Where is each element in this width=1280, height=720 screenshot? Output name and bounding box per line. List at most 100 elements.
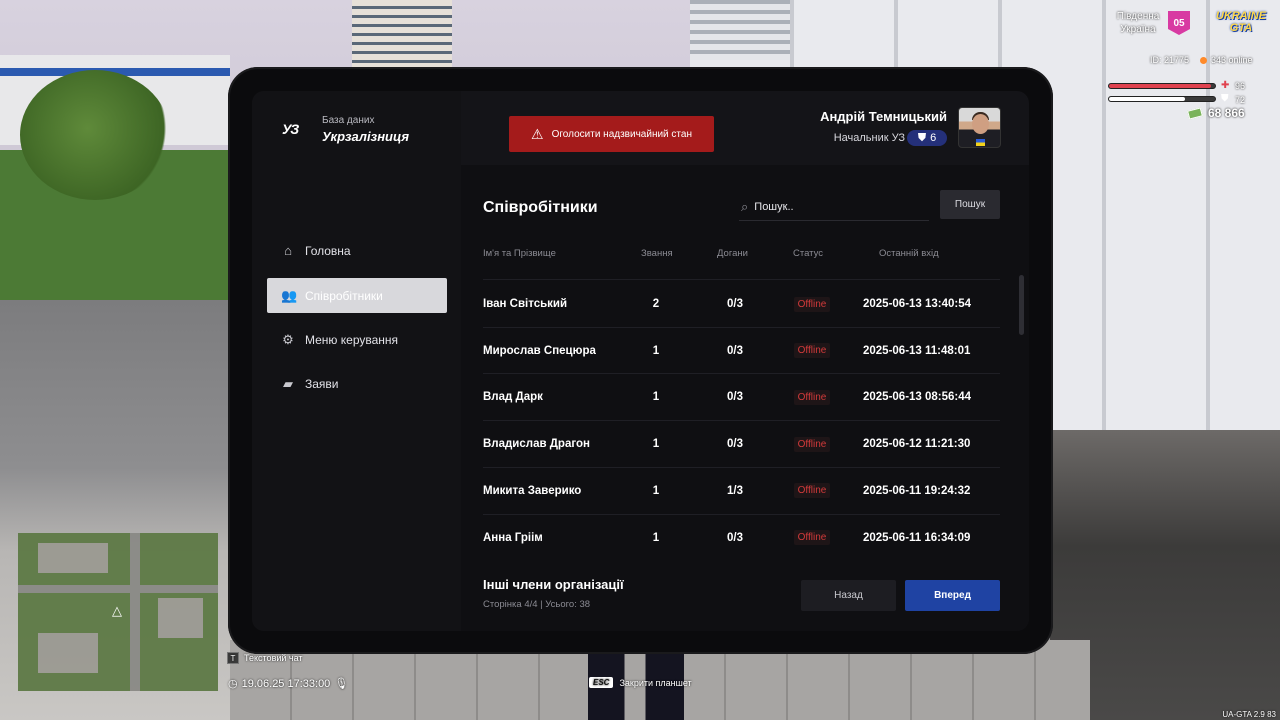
minimap: △ bbox=[18, 533, 218, 691]
background-tree bbox=[20, 70, 170, 200]
avatar bbox=[958, 107, 1001, 148]
armor-value: 72 bbox=[1235, 95, 1246, 105]
status-badge: Offline bbox=[793, 530, 831, 545]
cell-value: 2025-06-13 13:40:54 bbox=[863, 298, 972, 310]
close-tablet-label: Закрити планшет bbox=[619, 677, 692, 688]
cell-value: 1/3 bbox=[727, 484, 743, 497]
scrollbar[interactable] bbox=[1019, 275, 1024, 335]
cell-value: 2025-06-13 08:56:44 bbox=[863, 391, 972, 404]
cell-name: Мирослав Спецюра bbox=[483, 328, 653, 374]
background-facade-top bbox=[690, 0, 790, 60]
cell-value: Мирослав Спецюра bbox=[483, 344, 596, 357]
sidebar-item-home[interactable]: ⌂ Головна bbox=[267, 233, 447, 268]
table-row[interactable]: Мирослав Спецюра 1 0/3 Offline 2025-06-13 11… bbox=[483, 328, 1000, 374]
status-badge: Offline bbox=[793, 436, 831, 452]
search-field: ⌕ bbox=[739, 193, 929, 221]
cell-status: Offline bbox=[789, 328, 835, 374]
ukraine-flag-icon bbox=[976, 139, 985, 146]
status-badge: Offline bbox=[793, 483, 831, 499]
cell-rank: 1 bbox=[638, 468, 674, 514]
datetime-value: 19.06.25 17:33:00 bbox=[241, 677, 331, 690]
sidebar-item-applications[interactable]: ▰ Заяви bbox=[267, 366, 447, 401]
hud-region-label: Південна Україна bbox=[1116, 11, 1160, 35]
money-icon bbox=[1187, 106, 1203, 120]
armor-bar bbox=[1108, 96, 1216, 102]
table-row[interactable]: Владислав Драгон 1 0/3 Offline 2025-06-12 11… bbox=[483, 421, 1000, 467]
cell-last-login: 2025-06-13 13:40:54 bbox=[863, 281, 993, 327]
column-header-last-login: Останній вхід bbox=[879, 248, 939, 259]
cell-status: Offline bbox=[789, 421, 835, 467]
table-row[interactable]: Анна Гріім 1 0/3 Offline 2025-06-11 16:34:09 bbox=[483, 515, 1000, 561]
folder-icon: ▰ bbox=[283, 375, 293, 391]
cell-value: 0/3 bbox=[727, 391, 743, 404]
emergency-button[interactable]: ⚠ Оголосити надзвичайний стан bbox=[509, 116, 714, 152]
version-label: UA-GTA 2.9 83 bbox=[1222, 710, 1276, 719]
minimap-road bbox=[18, 585, 218, 593]
cell-value: Влад Дарк bbox=[483, 391, 543, 404]
sidebar-item-label: Головна bbox=[305, 243, 351, 258]
search-button[interactable]: Пошук bbox=[940, 190, 1000, 219]
cell-warnings: 0/3 bbox=[715, 515, 755, 561]
next-button[interactable]: Вперед bbox=[905, 580, 1000, 611]
minimap-block bbox=[158, 598, 203, 638]
cell-value: Микита Заверико bbox=[483, 484, 582, 497]
health-icon: ✚ bbox=[1221, 80, 1230, 91]
chat-key: T bbox=[227, 652, 239, 664]
cell-last-login: 2025-06-11 19:24:32 bbox=[863, 468, 993, 514]
cell-status: Offline bbox=[789, 374, 835, 420]
sidebar-item-label: Співробітники bbox=[305, 288, 383, 303]
money-value: 68 866 bbox=[1208, 106, 1245, 120]
cell-warnings: 0/3 bbox=[715, 281, 755, 327]
back-button[interactable]: Назад bbox=[801, 580, 896, 611]
background-tower bbox=[352, 0, 452, 70]
gear-icon: ⚙ bbox=[282, 331, 294, 347]
table-divider bbox=[483, 279, 1000, 280]
search-input[interactable] bbox=[754, 200, 915, 213]
cell-warnings: 1/3 bbox=[715, 468, 755, 514]
sidebar-item-employees[interactable]: 👥 Співробітники bbox=[267, 278, 447, 313]
cell-name: Анна Гріім bbox=[483, 515, 653, 561]
status-badge: Offline bbox=[793, 296, 831, 312]
hud-online: 343 online bbox=[1200, 55, 1253, 65]
sidebar-item-control-menu[interactable]: ⚙ Меню керування bbox=[267, 322, 447, 357]
cell-name: Микита Заверико bbox=[483, 468, 653, 514]
cell-value: 1 bbox=[652, 344, 660, 357]
cell-warnings: 0/3 bbox=[715, 328, 755, 374]
status-badge: Offline bbox=[793, 389, 831, 405]
cell-value: 1 bbox=[652, 531, 660, 544]
tablet: УЗ База даних Укрзалізниця ⌂ Головна 👥 С… bbox=[228, 67, 1053, 654]
table-row[interactable]: Микита Заверико 1 1/3 Offline 2025-06-11 19:… bbox=[483, 468, 1000, 514]
table-row[interactable]: Іван Світський 2 0/3 Offline 2025-06-13 13:4… bbox=[483, 281, 1000, 327]
online-dot-icon bbox=[1200, 56, 1207, 64]
hud-player-id: ID: 21775 bbox=[1150, 55, 1190, 65]
esc-key: ESC bbox=[589, 677, 614, 688]
cell-rank: 1 bbox=[638, 421, 674, 467]
minimap-block bbox=[38, 633, 98, 673]
cell-warnings: 0/3 bbox=[715, 421, 755, 467]
sidebar-item-label: Заяви bbox=[305, 376, 339, 391]
cell-last-login: 2025-06-13 11:48:01 bbox=[863, 328, 993, 374]
hud-money: 68 866 bbox=[1187, 106, 1245, 120]
cell-status: Offline bbox=[789, 281, 835, 327]
column-header-warnings: Догани bbox=[717, 248, 748, 259]
cell-rank: 1 bbox=[638, 328, 674, 374]
armor-icon: ⛊ bbox=[1221, 93, 1229, 104]
cell-value: Іван Світський bbox=[483, 298, 568, 310]
users-icon: 👥 bbox=[281, 287, 298, 303]
datetime: ◷ 19.06.25 17:33:00 🎙 bbox=[228, 677, 349, 691]
employees-panel: Співробітники ⌕ Пошук Ім'я та Прізвище З… bbox=[461, 165, 1029, 631]
sidebar: УЗ База даних Укрзалізниця ⌂ Головна 👥 С… bbox=[252, 91, 461, 631]
microphone-icon: 🎙 bbox=[334, 678, 349, 690]
cell-value: 1 bbox=[652, 438, 660, 451]
minimap-road bbox=[130, 533, 140, 691]
cell-value: 2025-06-11 19:24:32 bbox=[863, 484, 971, 497]
cell-rank: 1 bbox=[638, 515, 674, 561]
user-rank-title: Начальник УЗ bbox=[833, 132, 905, 144]
game-logo: UKRAINE GTA bbox=[1215, 10, 1267, 34]
cell-name: Владислав Драгон bbox=[483, 421, 653, 467]
cell-name: Влад Дарк bbox=[483, 374, 653, 420]
table-row[interactable]: Влад Дарк 1 0/3 Offline 2025-06-13 08:56:44 bbox=[483, 374, 1000, 420]
page-title: Співробітники bbox=[483, 199, 598, 216]
cell-value: 2 bbox=[652, 298, 660, 310]
cell-warnings: 0/3 bbox=[715, 374, 755, 420]
